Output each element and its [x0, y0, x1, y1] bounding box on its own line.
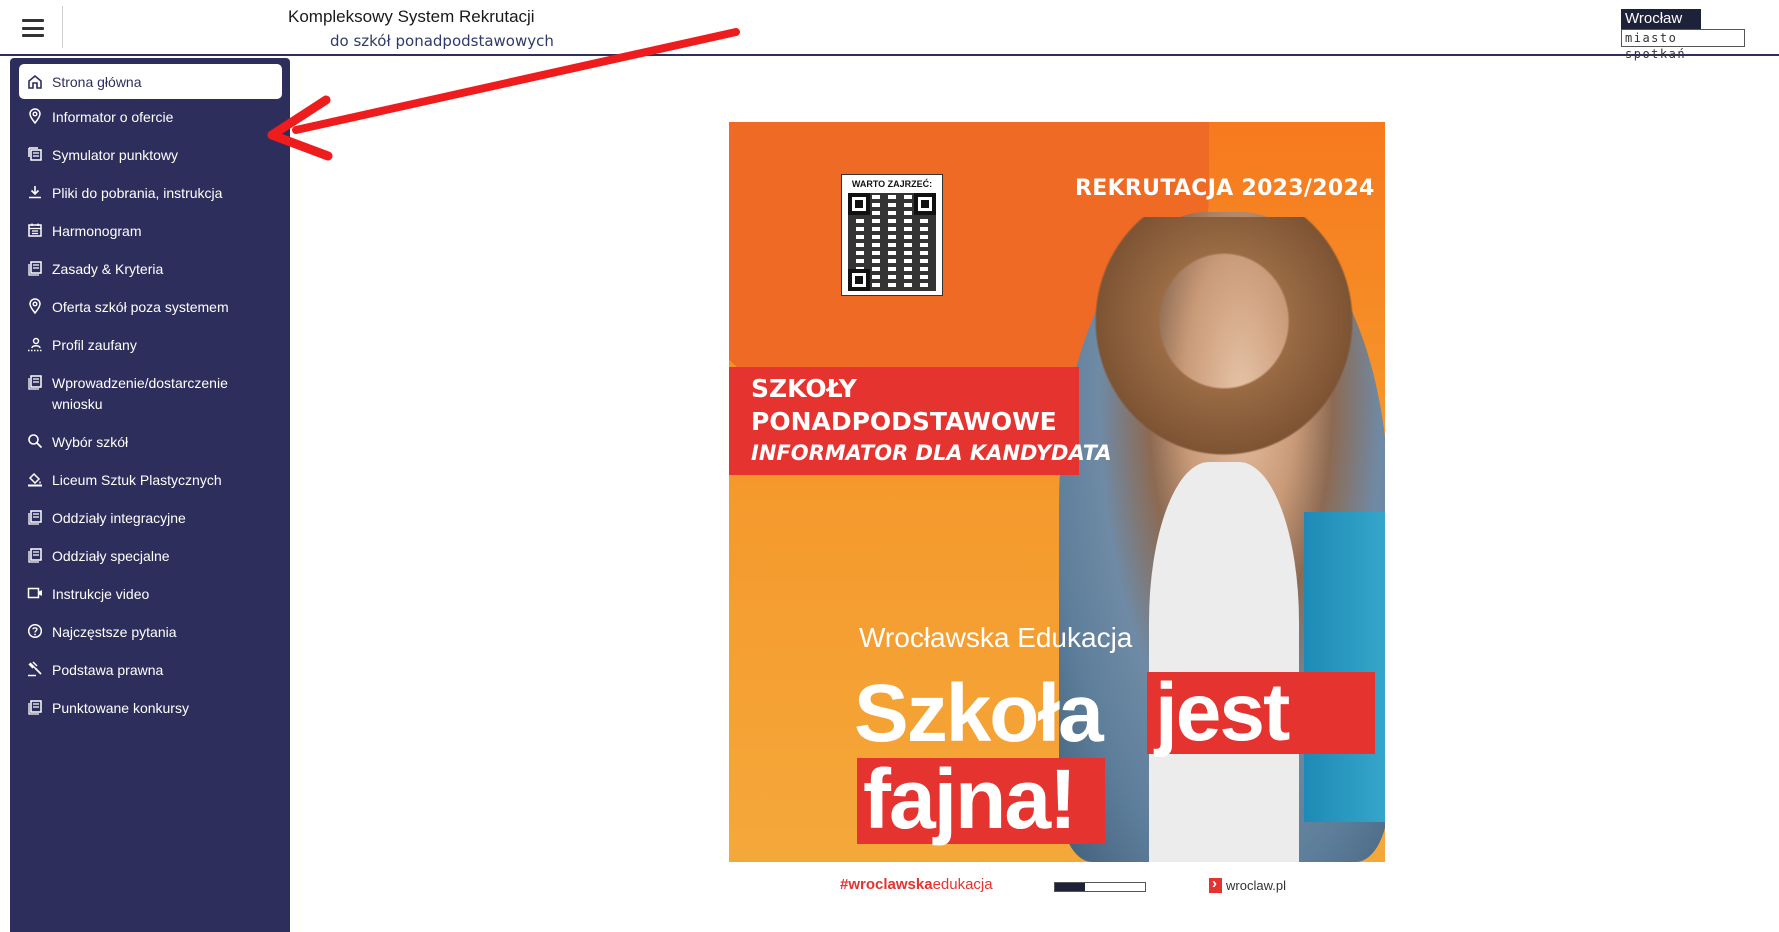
gavel-icon	[28, 661, 42, 677]
sidebar-item-label: Punktowane konkursy	[52, 700, 189, 716]
poster-edu-b: Edukacja	[1017, 622, 1133, 653]
poster-line-1: SZKOŁY	[751, 374, 857, 403]
sidebar-item-oddzialy-specjalne[interactable]: Oddziały specjalne	[19, 546, 282, 567]
qr-label: WARTO ZAJRZEĆ:	[851, 179, 933, 189]
calculator-icon	[28, 147, 42, 161]
poster-site-link[interactable]: wroclaw.pl	[1209, 875, 1286, 893]
sidebar-item-label: Strona główna	[52, 73, 142, 90]
document-stack-icon	[28, 548, 42, 563]
poster-edu-line: Wrocławska Edukacja	[859, 622, 1132, 654]
sidebar-item-label: Oddziały integracyjne	[52, 510, 186, 526]
sidebar-item-label: Oferta szkół poza systemem	[52, 299, 229, 315]
poster-slogan-1: Szkoła	[854, 668, 1104, 759]
sidebar-item-liceum-sztuk[interactable]: Liceum Sztuk Plastycznych	[19, 470, 282, 491]
poster-student-hair	[1074, 217, 1374, 477]
location-pin-icon	[29, 108, 41, 124]
logo-bottom-text: miasto spotkań	[1621, 29, 1745, 61]
logo-top-text: Wrocław	[1621, 9, 1701, 29]
location-pin-icon	[29, 298, 41, 314]
download-icon	[29, 186, 41, 199]
recruitment-year: REKRUTACJA 2023/2024	[1075, 176, 1375, 201]
calendar-icon	[28, 223, 42, 237]
qr-code-card[interactable]: WARTO ZAJRZEĆ:	[841, 174, 943, 296]
sidebar-item-label: Harmonogram	[52, 223, 142, 239]
qr-finder-icon	[914, 193, 936, 215]
sidebar-item-profil-zaufany[interactable]: Profil zaufany	[19, 335, 282, 356]
sidebar-item-wybor-szkol[interactable]: Wybór szkół	[19, 432, 282, 453]
paint-bucket-icon	[28, 472, 42, 487]
document-stack-icon	[28, 510, 42, 525]
menu-toggle-icon[interactable]	[18, 15, 48, 41]
sidebar-item-label: Najczęstsze pytania	[52, 624, 177, 640]
sidebar-item-label: Oddziały specjalne	[52, 548, 170, 564]
user-dotted-icon	[28, 337, 42, 352]
app-title: Kompleksowy System Rekrutacji	[288, 7, 535, 26]
poster-student-shirt	[1149, 462, 1299, 862]
sidebar-item-label: Liceum Sztuk Plastycznych	[52, 472, 222, 488]
document-stack-icon	[28, 375, 42, 390]
poster-hashtag: #wroclawskaedukacja	[840, 876, 993, 893]
sidebar-item-wprowadzenie[interactable]: Wprowadzenie/dostarczenie wniosku	[19, 373, 282, 415]
document-stack-icon	[28, 261, 42, 276]
help-icon	[27, 623, 43, 639]
qr-finder-icon	[848, 193, 870, 215]
sidebar-item-label: Pliki do pobrania, instrukcja	[52, 185, 223, 201]
sidebar-item-podstawa-prawna[interactable]: Podstawa prawna	[19, 660, 282, 681]
sidebar-item-instrukcje-video[interactable]: Instrukcje video	[19, 584, 282, 605]
home-icon	[28, 74, 42, 89]
poster-line-3: INFORMATOR DLA KANDYDATA	[751, 441, 1112, 465]
sidebar-item-label: Instrukcje video	[52, 586, 150, 602]
poster-slogan-3: fajna!	[857, 757, 1105, 844]
site-label: wroclaw.pl	[1226, 878, 1286, 893]
sidebar-item-label: Informator o ofercie	[52, 109, 174, 125]
document-stack-icon	[28, 700, 42, 715]
sidebar-item-label: Symulator punktowy	[52, 147, 179, 163]
poster-edu-a: Wrocławska	[859, 622, 1010, 653]
recruitment-poster-image: WARTO ZAJRZEĆ: REKRUTACJA 2023/2024 SZKO…	[729, 122, 1385, 862]
sidebar-item-zasady[interactable]: Zasady & Kryteria	[19, 259, 282, 280]
top-bar: Kompleksowy System Rekrutacji do szkół p…	[0, 0, 1779, 61]
sidebar-item-punktowane-konkursy[interactable]: Punktowane konkursy	[19, 698, 282, 719]
sidebar-item-symulator[interactable]: Symulator punktowy	[19, 145, 282, 166]
app-subtitle: do szkół ponadpodstawowych	[330, 32, 554, 50]
sidebar-item-najczestsze-pytania[interactable]: Najczęstsze pytania	[19, 622, 282, 643]
poster-line-2: PONADPODSTAWOWE	[751, 407, 1057, 436]
sidebar-item-informator[interactable]: Informator o ofercie	[19, 107, 282, 128]
search-icon	[28, 434, 43, 449]
video-icon	[27, 587, 42, 599]
header-divider	[62, 6, 63, 48]
sidebar-item-oddzialy-integracyjne[interactable]: Oddziały integracyjne	[19, 508, 282, 529]
sidebar-item-harmonogram[interactable]: Harmonogram	[19, 221, 282, 242]
wroclaw-small-logo-icon	[1054, 882, 1146, 892]
qr-finder-icon	[848, 269, 870, 291]
sidebar-item-label: Podstawa prawna	[52, 662, 164, 678]
sidebar-item-strona-glowna[interactable]: Strona główna	[19, 64, 282, 99]
sidebar-item-label: Wybór szkół	[52, 434, 129, 450]
sidebar-item-oferta-poza[interactable]: Oferta szkół poza systemem	[19, 297, 282, 318]
sidebar-item-pliki[interactable]: Pliki do pobrania, instrukcja	[19, 183, 282, 204]
sidebar-item-label: Wprowadzenie/dostarczenie wniosku	[52, 375, 228, 412]
arrow-right-icon	[1209, 875, 1222, 893]
poster-slogan-2: jest	[1147, 672, 1375, 754]
sidebar-nav: Strona główna Informator o ofercie Symul…	[10, 58, 290, 932]
poster-folder	[1304, 512, 1385, 822]
wroclaw-logo[interactable]: Wrocław miasto spotkań	[1621, 9, 1745, 61]
sidebar-item-label: Zasady & Kryteria	[52, 261, 164, 277]
sidebar-item-label: Profil zaufany	[52, 337, 137, 353]
